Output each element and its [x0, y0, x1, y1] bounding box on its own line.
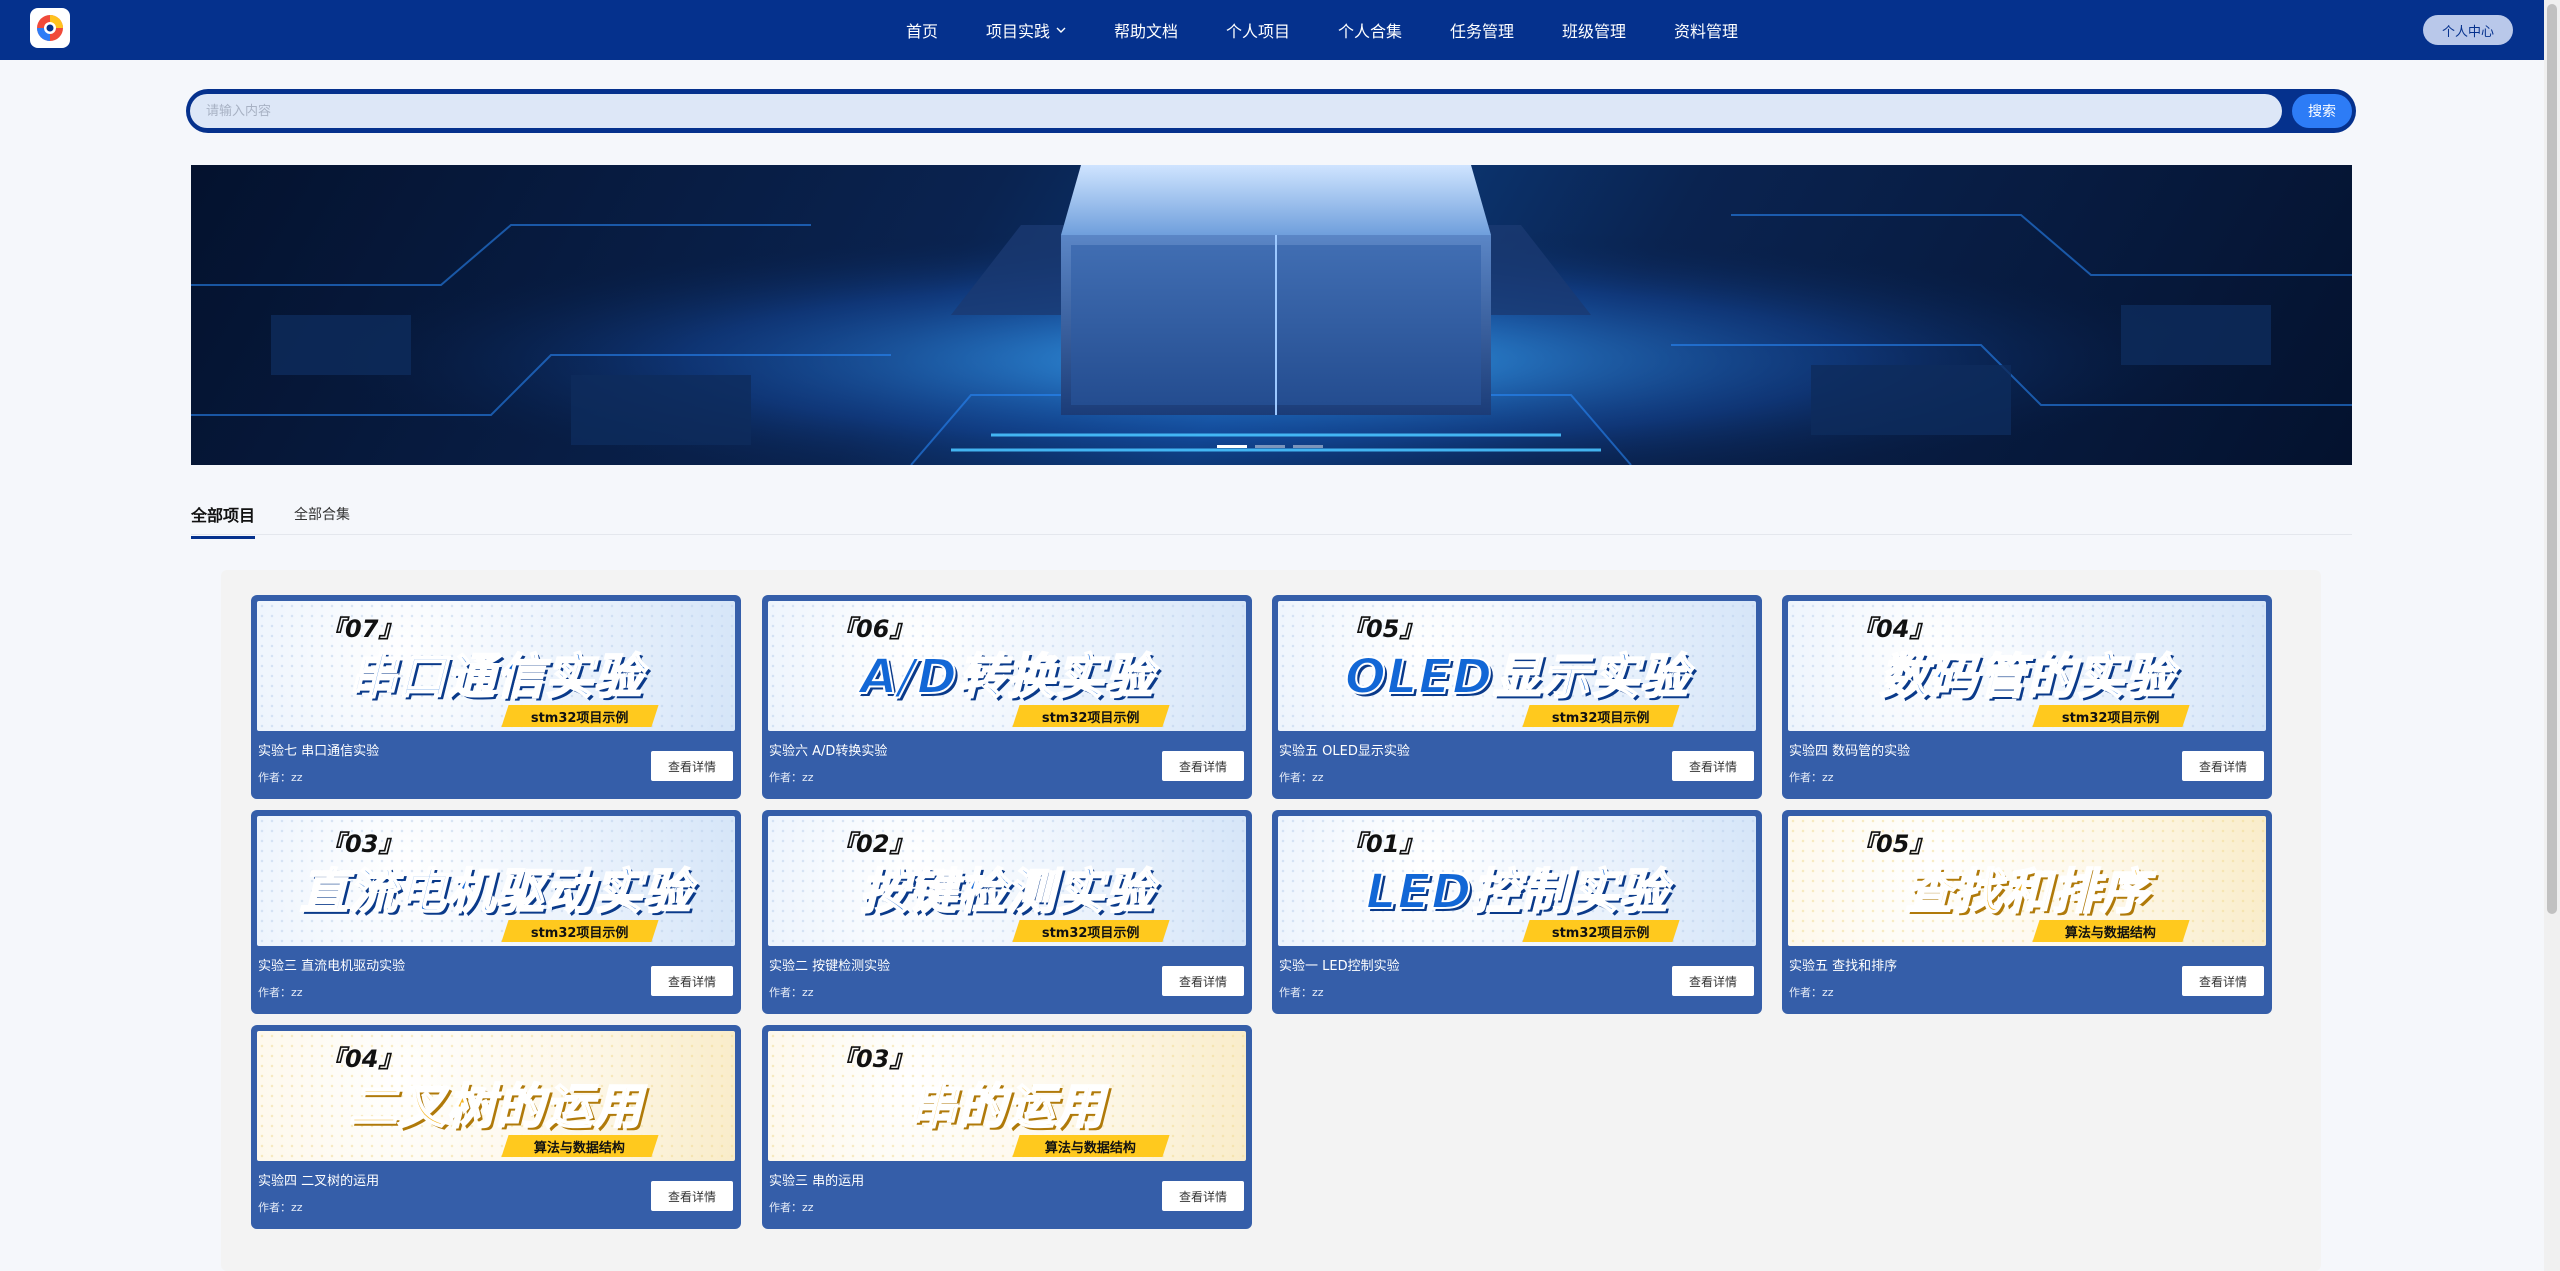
project-thumbnail[interactable]: 『04』 二叉树的运用 算法与数据结构	[257, 1031, 735, 1161]
card-author: 作者：zz	[769, 1201, 814, 1214]
thumbnail-title: A/D转换实验	[859, 648, 1154, 706]
view-details-button[interactable]: 查看详情	[1162, 751, 1244, 781]
project-card[interactable]: 『02』 按键检测实验 stm32项目示例实验二 按键检测实验 作者：zz 查看详情	[762, 810, 1252, 1014]
project-card[interactable]: 『03』 串的运用 算法与数据结构实验三 串的运用 作者：zz 查看详情	[762, 1025, 1252, 1229]
card-author: 作者：zz	[1789, 986, 1834, 999]
project-card[interactable]: 『04』 二叉树的运用 算法与数据结构实验四 二叉树的运用 作者：zz 查看详情	[251, 1025, 741, 1229]
nav-class-management[interactable]: 班级管理	[1562, 18, 1626, 42]
thumbnail-title: OLED显示实验	[1344, 648, 1690, 706]
nav-resource-management[interactable]: 资料管理	[1674, 18, 1738, 42]
card-title: 实验五 查找和排序	[1789, 959, 1898, 974]
page-scrollbar[interactable]	[2544, 0, 2560, 1271]
card-title: 实验七 串口通信实验	[258, 744, 380, 759]
project-card[interactable]: 『07』 串口通信实验 stm32项目示例实验七 串口通信实验 作者：zz 查看详情	[251, 595, 741, 799]
project-card[interactable]: 『06』 A/D转换实验 stm32项目示例实验六 A/D转换实验 作者：zz 查看详情	[762, 595, 1252, 799]
search-button[interactable]: 搜索	[2292, 94, 2352, 128]
thumbnail-tag: stm32项目示例	[501, 920, 659, 942]
card-title: 实验四 二叉树的运用	[258, 1174, 380, 1189]
top-navbar: 首页 项目实践 帮助文档 个人项目 个人合集 任务管理 班级管理 资料管理 个人…	[0, 0, 2544, 60]
view-details-button[interactable]: 查看详情	[1162, 966, 1244, 996]
thumbnail-title: 按键检测实验	[859, 863, 1154, 921]
project-thumbnail[interactable]: 『05』 查找和排序 算法与数据结构	[1788, 816, 2266, 946]
nav-personal-projects[interactable]: 个人项目	[1226, 18, 1290, 42]
view-details-button[interactable]: 查看详情	[2182, 751, 2264, 781]
card-author: 作者：zz	[258, 1201, 303, 1214]
carousel-indicators	[1217, 445, 1331, 448]
thumbnail-tag: 算法与数据结构	[1012, 1135, 1170, 1157]
card-author: 作者：zz	[769, 771, 814, 784]
card-author: 作者：zz	[258, 771, 303, 784]
thumbnail-tag: stm32项目示例	[1012, 920, 1170, 942]
thumbnail-title: 直流电机驱动实验	[299, 863, 692, 921]
project-card[interactable]: 『05』 OLED显示实验 stm32项目示例实验五 OLED显示实验 作者：zz 查看…	[1272, 595, 1762, 799]
thumbnail-tag: stm32项目示例	[501, 705, 659, 727]
card-author: 作者：zz	[1279, 986, 1324, 999]
project-card[interactable]: 『04』 数码管的实验 stm32项目示例实验四 数码管的实验 作者：zz 查看详情	[1782, 595, 2272, 799]
view-details-button[interactable]: 查看详情	[2182, 966, 2264, 996]
card-author: 作者：zz	[1789, 771, 1834, 784]
chip-banner-image	[191, 165, 2352, 465]
main-nav: 首页 项目实践 帮助文档 个人项目 个人合集 任务管理 班级管理 资料管理	[0, 0, 2544, 60]
project-thumbnail[interactable]: 『07』 串口通信实验 stm32项目示例	[257, 601, 735, 731]
nav-help-docs[interactable]: 帮助文档	[1114, 18, 1178, 42]
view-details-button[interactable]: 查看详情	[1162, 1181, 1244, 1211]
project-thumbnail[interactable]: 『06』 A/D转换实验 stm32项目示例	[768, 601, 1246, 731]
thumbnail-title: LED控制实验	[1365, 863, 1669, 921]
view-details-button[interactable]: 查看详情	[1672, 966, 1754, 996]
tab-all-projects[interactable]: 全部项目	[191, 502, 256, 539]
thumbnail-tag: 算法与数据结构	[2032, 920, 2190, 942]
thumbnail-title: 串的运用	[908, 1078, 1105, 1136]
thumbnail-title: 数码管的实验	[1879, 648, 2174, 706]
project-thumbnail[interactable]: 『01』 LED控制实验 stm32项目示例	[1278, 816, 1756, 946]
project-thumbnail[interactable]: 『05』 OLED显示实验 stm32项目示例	[1278, 601, 1756, 731]
project-thumbnail[interactable]: 『03』 串的运用 算法与数据结构	[768, 1031, 1246, 1161]
search-input[interactable]	[190, 94, 2282, 128]
project-card[interactable]: 『05』 查找和排序 算法与数据结构实验五 查找和排序 作者：zz 查看详情	[1782, 810, 2272, 1014]
card-author: 作者：zz	[769, 986, 814, 999]
banner-carousel[interactable]	[191, 165, 2352, 465]
thumbnail-tag: stm32项目示例	[2032, 705, 2190, 727]
project-card[interactable]: 『03』 直流电机驱动实验 stm32项目示例实验三 直流电机驱动实验 作者：zz 查看…	[251, 810, 741, 1014]
nav-project-practice[interactable]: 项目实践	[986, 18, 1066, 42]
project-thumbnail[interactable]: 『04』 数码管的实验 stm32项目示例	[1788, 601, 2266, 731]
thumbnail-tag: 算法与数据结构	[501, 1135, 659, 1157]
project-card[interactable]: 『01』 LED控制实验 stm32项目示例实验一 LED控制实验 作者：zz 查看详情	[1272, 810, 1762, 1014]
project-thumbnail[interactable]: 『03』 直流电机驱动实验 stm32项目示例	[257, 816, 735, 946]
card-author: 作者：zz	[1279, 771, 1324, 784]
thumbnail-title: 二叉树的运用	[348, 1078, 643, 1136]
personal-center-button[interactable]: 个人中心	[2423, 15, 2513, 45]
card-title: 实验一 LED控制实验	[1279, 959, 1400, 974]
carousel-dot-3[interactable]	[1293, 445, 1323, 448]
view-details-button[interactable]: 查看详情	[651, 1181, 733, 1211]
thumbnail-tag: stm32项目示例	[1522, 920, 1680, 942]
carousel-dot-2[interactable]	[1255, 445, 1285, 448]
nav-personal-collections[interactable]: 个人合集	[1338, 18, 1402, 42]
view-details-button[interactable]: 查看详情	[651, 751, 733, 781]
chevron-down-icon	[1056, 27, 1066, 33]
card-title: 实验三 串的运用	[769, 1174, 865, 1189]
view-details-button[interactable]: 查看详情	[651, 966, 733, 996]
tab-all-collections[interactable]: 全部合集	[294, 504, 350, 534]
scrollbar-thumb[interactable]	[2547, 4, 2557, 914]
view-details-button[interactable]: 查看详情	[1672, 751, 1754, 781]
nav-home[interactable]: 首页	[906, 18, 938, 42]
card-title: 实验六 A/D转换实验	[769, 744, 888, 759]
search-bar: 搜索	[186, 89, 2356, 133]
project-thumbnail[interactable]: 『02』 按键检测实验 stm32项目示例	[768, 816, 1246, 946]
card-author: 作者：zz	[258, 986, 303, 999]
thumbnail-tag: stm32项目示例	[1012, 705, 1170, 727]
card-title: 实验二 按键检测实验	[769, 959, 891, 974]
project-tabs: 全部项目 全部合集	[191, 498, 2352, 539]
thumbnail-tag: stm32项目示例	[1522, 705, 1680, 727]
card-title: 实验五 OLED显示实验	[1279, 744, 1410, 759]
nav-task-management[interactable]: 任务管理	[1450, 18, 1514, 42]
carousel-dot-1[interactable]	[1217, 445, 1247, 448]
card-title: 实验三 直流电机驱动实验	[258, 959, 406, 974]
thumbnail-title: 查找和排序	[1903, 863, 2150, 921]
thumbnail-title: 串口通信实验	[348, 648, 643, 706]
card-title: 实验四 数码管的实验	[1789, 744, 1911, 759]
